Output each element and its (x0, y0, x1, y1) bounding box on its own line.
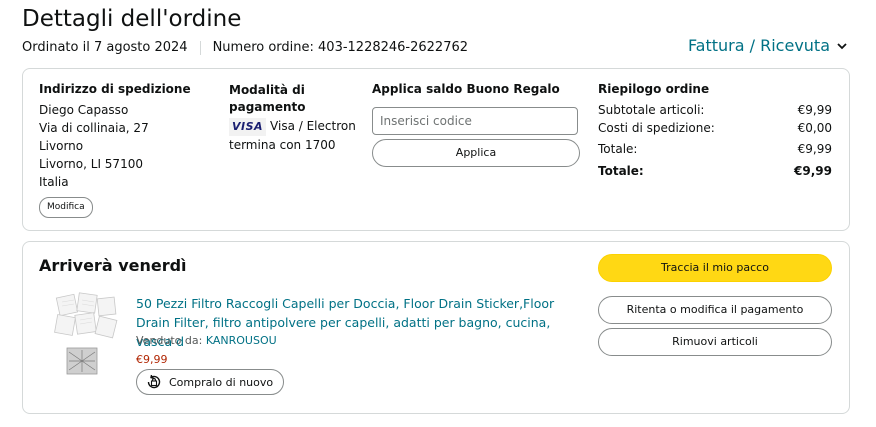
track-package-button[interactable]: Traccia il mio pacco (598, 254, 832, 282)
summary-row: Totale: €9,99 (598, 140, 832, 158)
address-line: Diego Capasso (39, 103, 129, 117)
shipping-address-section: Indirizzo di spedizione Diego Capasso Vi… (39, 82, 219, 191)
apply-gift-card-button[interactable]: Applica (372, 139, 580, 167)
shipping-heading: Indirizzo di spedizione (39, 82, 191, 96)
summary-row: Costi di spedizione: €0,00 (598, 119, 832, 137)
gift-card-section: Applica saldo Buono Regalo (372, 82, 582, 96)
order-summary-section: Riepilogo ordine Subtotale articoli: €9,… (598, 82, 832, 180)
product-price: €9,99 (136, 353, 168, 366)
gift-code-input[interactable] (372, 107, 578, 135)
card-ending: termina con 1700 (229, 138, 336, 152)
buy-again-label: Compralo di nuovo (169, 375, 274, 389)
grand-total-row: Totale: €9,99 (598, 162, 832, 180)
gift-card-heading: Applica saldo Buono Regalo (372, 82, 560, 96)
summary-value: €9,99 (797, 142, 832, 156)
summary-value: €0,00 (797, 121, 832, 135)
summary-heading: Riepilogo ordine (598, 82, 710, 96)
summary-row: Subtotale articoli: €9,99 (598, 101, 832, 119)
payment-heading: Modalità di pagamento (229, 83, 306, 114)
order-number: Numero ordine: 403-1228246-2622762 (212, 40, 469, 55)
visa-logo-icon: VISA (229, 118, 267, 136)
card-name: Visa / Electron (270, 119, 356, 133)
buy-again-button[interactable]: Compralo di nuovo (136, 369, 285, 395)
payment-method-section: Modalità di pagamento VISA Visa / Electro… (229, 82, 359, 154)
seller-line: Venduto da: KANROUSOU (136, 334, 277, 347)
address-line: Via di collinaia, 27 (39, 121, 149, 135)
retry-payment-button[interactable]: Ritenta o modifica il pagamento (598, 296, 832, 324)
seller-link[interactable]: KANROUSOU (206, 334, 277, 347)
chevron-down-icon (837, 42, 847, 49)
page-title: Dettagli dell'ordine (22, 6, 242, 32)
summary-value: €9,99 (797, 103, 832, 117)
sold-by-label: Venduto da: (136, 334, 206, 347)
meta-divider (199, 40, 201, 55)
remove-items-button[interactable]: Rimuovi articoli (598, 328, 832, 356)
payment-card-line: VISA Visa / Electron (229, 117, 359, 136)
invoice-label: Fattura / Ricevuta (687, 36, 830, 55)
grand-total-label: Totale: (598, 164, 644, 178)
invoice-dropdown[interactable]: Fattura / Ricevuta (688, 36, 848, 55)
reorder-icon (147, 374, 161, 389)
order-meta: Ordinato il 7 agosto 2024 Numero ordine:… (22, 40, 468, 55)
address-line: Livorno (39, 139, 84, 153)
address-line: Livorno, LI 57100 (39, 157, 143, 171)
grand-total-value: €9,99 (794, 164, 832, 178)
arrival-heading: Arriverà venerdì (39, 256, 187, 275)
product-thumbnail[interactable] (52, 290, 122, 380)
summary-label: Subtotale articoli: (598, 103, 705, 117)
address-line: Italia (39, 175, 69, 189)
summary-label: Totale: (598, 142, 638, 156)
order-date: Ordinato il 7 agosto 2024 (22, 40, 188, 55)
summary-label: Costi di spedizione: (598, 121, 715, 135)
edit-address-button[interactable]: Modifica (39, 197, 93, 218)
